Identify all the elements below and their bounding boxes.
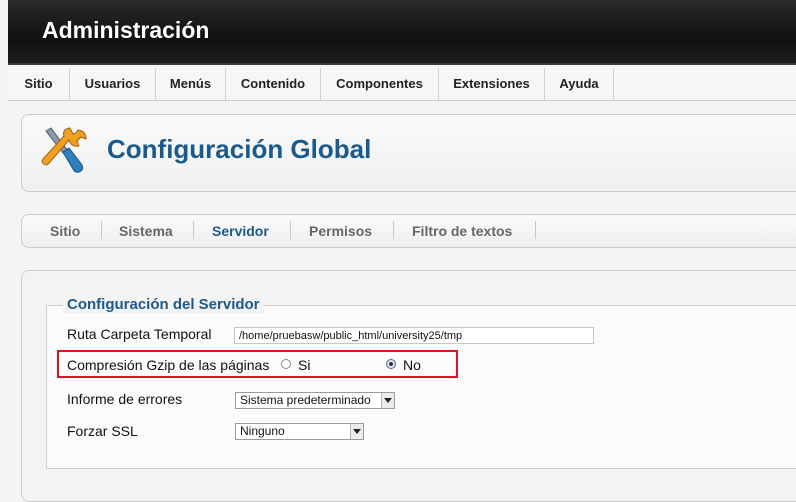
- temp-path-input[interactable]: /home/pruebasw/public_html/university25/…: [234, 327, 594, 344]
- menu-contenido[interactable]: Contenido: [226, 68, 321, 100]
- tab-filtro-textos[interactable]: Filtro de textos: [412, 222, 512, 240]
- main-menu: Sitio Usuarios Menús Contenido Component…: [8, 68, 796, 101]
- errors-select-value: Sistema predeterminado: [240, 393, 371, 407]
- menu-menus[interactable]: Menús: [156, 68, 226, 100]
- errors-label: Informe de errores: [67, 391, 183, 407]
- tab-separator: [393, 221, 394, 239]
- chevron-down-icon: [381, 393, 394, 408]
- gzip-yes-label[interactable]: Si: [298, 357, 310, 373]
- tools-icon: [41, 127, 87, 173]
- tab-permisos[interactable]: Permisos: [309, 222, 372, 240]
- admin-title: Administración: [42, 17, 210, 43]
- tab-separator: [290, 221, 291, 239]
- ssl-label: Forzar SSL: [67, 423, 138, 439]
- tab-separator: [101, 221, 102, 239]
- menu-usuarios[interactable]: Usuarios: [70, 68, 156, 100]
- gzip-yes-radio[interactable]: [281, 359, 291, 369]
- server-legend: Configuración del Servidor: [63, 296, 264, 313]
- gzip-label: Compresión Gzip de las páginas: [67, 357, 270, 373]
- gzip-no-radio[interactable]: [386, 359, 396, 369]
- tab-separator: [193, 221, 194, 239]
- tab-separator: [535, 221, 536, 239]
- admin-header: Administración: [8, 0, 796, 65]
- errors-select[interactable]: Sistema predeterminado: [235, 392, 395, 409]
- menu-sitio[interactable]: Sitio: [8, 68, 70, 100]
- menu-extensiones[interactable]: Extensiones: [439, 68, 545, 100]
- tab-sistema[interactable]: Sistema: [119, 222, 173, 240]
- menu-componentes[interactable]: Componentes: [321, 68, 439, 100]
- temp-path-label: Ruta Carpeta Temporal: [67, 326, 212, 342]
- menu-ayuda[interactable]: Ayuda: [545, 68, 614, 100]
- tab-sitio[interactable]: Sitio: [50, 222, 80, 240]
- ssl-select-value: Ninguno: [240, 424, 285, 438]
- page-title: Configuración Global: [107, 134, 372, 164]
- ssl-select[interactable]: Ninguno: [235, 423, 364, 440]
- tab-servidor[interactable]: Servidor: [212, 222, 269, 240]
- gzip-no-label[interactable]: No: [403, 357, 421, 373]
- chevron-down-icon: [350, 424, 363, 439]
